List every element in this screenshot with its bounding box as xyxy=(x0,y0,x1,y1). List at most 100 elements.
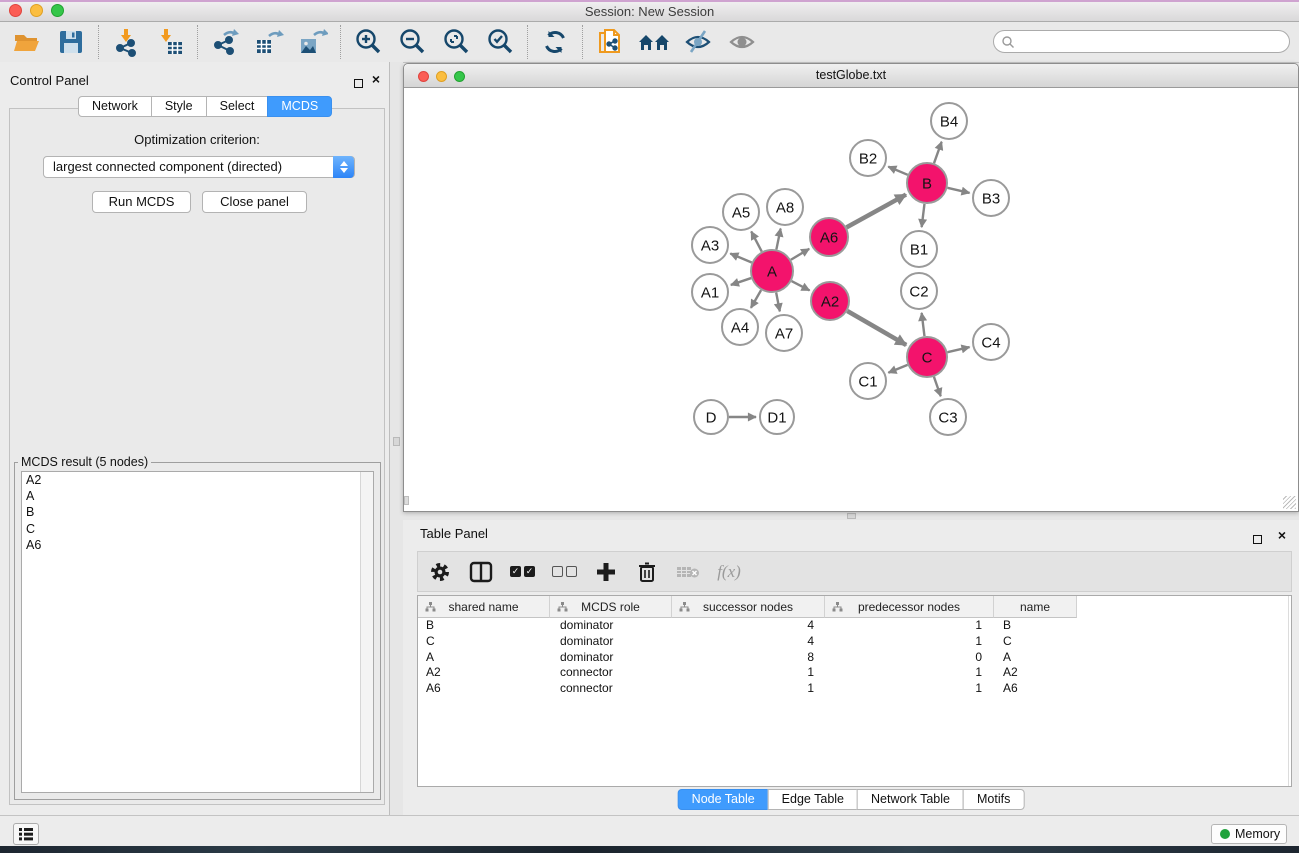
network-canvas[interactable]: AA1A2A3A4A5A6A7A8BB1B2B3B4CC1C2C3C4DD1 xyxy=(404,88,1298,511)
export-table-button[interactable] xyxy=(251,25,287,59)
table-row[interactable]: A2connector11A2 xyxy=(418,665,1291,681)
close-panel-button[interactable]: Close panel xyxy=(202,191,307,213)
zoom-in-button[interactable] xyxy=(350,25,386,59)
export-image-icon xyxy=(298,27,328,57)
tab-mcds[interactable]: MCDS xyxy=(267,96,332,117)
graph-node-label: C4 xyxy=(981,334,1000,351)
open-session-button[interactable] xyxy=(9,25,45,59)
graph-edge-A-A2[interactable] xyxy=(792,281,810,290)
graph-edge-B-B1[interactable] xyxy=(922,204,925,227)
graph-edge-B-B3[interactable] xyxy=(947,188,969,193)
graph-edge-C-C4[interactable] xyxy=(947,347,969,352)
list-icon xyxy=(18,827,34,841)
duplicate-network-button[interactable] xyxy=(592,25,628,59)
mcds-result-item[interactable]: B xyxy=(22,504,373,520)
memory-button[interactable]: Memory xyxy=(1211,824,1287,844)
table-scrollbar[interactable] xyxy=(1288,596,1289,786)
column-header-predecessor-nodes[interactable]: predecessor nodes xyxy=(825,596,994,618)
table-cell: 1 xyxy=(672,681,825,697)
graph-edge-C-C3[interactable] xyxy=(934,377,941,396)
mcds-result-item[interactable]: A6 xyxy=(22,537,373,553)
table-cell: connector xyxy=(550,681,672,697)
import-network-button[interactable] xyxy=(108,25,144,59)
mcds-result-item[interactable]: A2 xyxy=(22,472,373,488)
table-cell: C xyxy=(418,634,550,650)
tab-network[interactable]: Network xyxy=(78,96,152,117)
close-panel-icon[interactable]: × xyxy=(1278,529,1286,541)
hide-panel-button[interactable] xyxy=(680,25,716,59)
duplicate-network-icon xyxy=(595,27,625,57)
graph-edge-B-B2[interactable] xyxy=(888,167,907,175)
close-panel-icon[interactable]: × xyxy=(372,73,380,85)
tab-motifs[interactable]: Motifs xyxy=(963,789,1024,810)
graph-edge-A-A6[interactable] xyxy=(791,249,809,260)
table-cell: A6 xyxy=(418,681,550,697)
table-row[interactable]: Bdominator41B xyxy=(418,618,1291,634)
delete-column-button[interactable] xyxy=(635,558,659,586)
export-image-button[interactable] xyxy=(295,25,331,59)
float-panel-icon[interactable] xyxy=(354,75,363,93)
split-view-button[interactable] xyxy=(469,558,493,586)
window-resize-grip[interactable] xyxy=(1283,496,1296,509)
table-row[interactable]: Cdominator41C xyxy=(418,634,1291,650)
deselect-all-button[interactable] xyxy=(552,558,577,586)
save-session-button[interactable] xyxy=(53,25,89,59)
column-header-shared-name[interactable]: shared name xyxy=(418,596,550,618)
zoom-out-button[interactable] xyxy=(394,25,430,59)
show-panel-button[interactable] xyxy=(724,25,760,59)
tab-node-table[interactable]: Node Table xyxy=(678,789,769,810)
graph-edge-A2-C[interactable] xyxy=(847,311,906,345)
graph-edge-C-C1[interactable] xyxy=(888,365,907,373)
divider-handle[interactable] xyxy=(393,437,400,446)
criterion-select[interactable]: largest connected component (directed) xyxy=(43,156,355,178)
delete-table-button[interactable] xyxy=(676,558,700,586)
mcds-result-item[interactable]: C xyxy=(22,521,373,537)
import-network-icon xyxy=(111,27,141,57)
table-row[interactable]: A6connector11A6 xyxy=(418,681,1291,697)
network-overview-button[interactable] xyxy=(636,25,672,59)
table-settings-button[interactable] xyxy=(428,558,452,586)
graph-edge-B-B4[interactable] xyxy=(934,142,942,163)
export-network-button[interactable] xyxy=(207,25,243,59)
horizontal-split-divider[interactable] xyxy=(403,512,1299,520)
search-input[interactable] xyxy=(1015,33,1289,51)
graph-edge-C-C2[interactable] xyxy=(922,313,925,336)
table-row[interactable]: Adominator80A xyxy=(418,650,1291,666)
show-panels-button[interactable] xyxy=(13,823,39,845)
table-panel-title: Table Panel xyxy=(420,526,488,541)
zoom-selected-button[interactable] xyxy=(482,25,518,59)
graph-edge-A6-B[interactable] xyxy=(847,195,906,228)
vertical-split-divider[interactable] xyxy=(390,62,403,815)
tab-select[interactable]: Select xyxy=(206,96,269,117)
refresh-layout-button[interactable] xyxy=(537,25,573,59)
function-builder-button[interactable]: f(x) xyxy=(717,558,741,586)
graph-edge-A-A1[interactable] xyxy=(731,278,751,285)
add-column-button[interactable] xyxy=(594,558,618,586)
graph-edge-A-A8[interactable] xyxy=(776,229,780,250)
network-window-title-bar[interactable]: testGlobe.txt xyxy=(404,64,1298,88)
run-mcds-button[interactable]: Run MCDS xyxy=(92,191,191,213)
tab-network-table[interactable]: Network Table xyxy=(857,789,964,810)
mcds-result-item[interactable]: A xyxy=(22,488,373,504)
canvas-edge-handle[interactable] xyxy=(404,496,409,505)
tab-style[interactable]: Style xyxy=(151,96,207,117)
zoom-fit-button[interactable] xyxy=(438,25,474,59)
column-header-successor-nodes[interactable]: successor nodes xyxy=(672,596,825,618)
divider-handle[interactable] xyxy=(847,513,856,519)
select-all-button[interactable]: ✓ ✓ xyxy=(510,558,535,586)
graph-node-label: A7 xyxy=(775,325,793,342)
graph-edge-A-A3[interactable] xyxy=(730,254,751,263)
status-bar: Memory xyxy=(0,815,1299,846)
result-scrollbar[interactable] xyxy=(360,472,373,792)
column-header-name[interactable]: name xyxy=(994,596,1077,618)
table-cell: 1 xyxy=(825,681,994,697)
tab-edge-table[interactable]: Edge Table xyxy=(768,789,858,810)
graph-edge-A-A7[interactable] xyxy=(776,293,780,312)
network-graph[interactable]: AA1A2A3A4A5A6A7A8BB1B2B3B4CC1C2C3C4DD1 xyxy=(404,88,1298,511)
graph-edge-A-A4[interactable] xyxy=(751,290,761,308)
column-header-MCDS-role[interactable]: MCDS role xyxy=(550,596,672,618)
float-panel-icon[interactable] xyxy=(1253,531,1262,549)
import-table-button[interactable] xyxy=(152,25,188,59)
graph-node-label: B4 xyxy=(940,113,958,130)
graph-edge-A-A5[interactable] xyxy=(751,231,762,251)
